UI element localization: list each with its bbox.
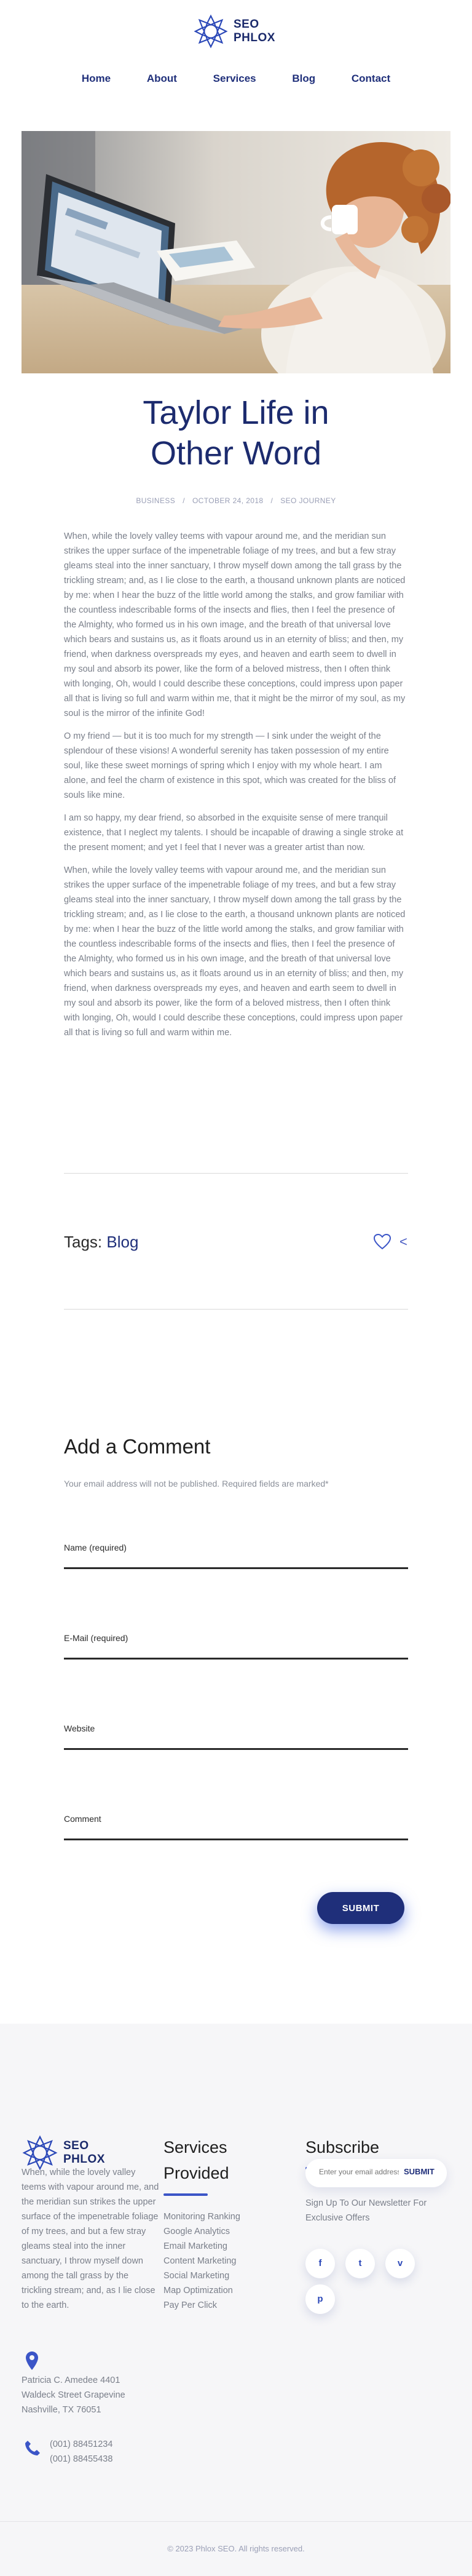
post-title-line-2: Other Word [150, 435, 322, 472]
main-nav: Home About Services Blog Contact [0, 73, 472, 85]
site-logo[interactable]: SEO PHLOX [193, 14, 275, 49]
phone-icon [25, 2441, 40, 2455]
share-icon[interactable]: < [399, 1234, 407, 1250]
comment-field-underline [64, 1839, 408, 1840]
footer-divider [0, 2521, 472, 2522]
service-link[interactable]: Map Optimization [163, 2283, 240, 2298]
website-field[interactable] [64, 1733, 408, 1747]
post-paragraph: I am so happy, my dear friend, so absorb… [64, 813, 404, 853]
email-label: E-Mail (required) [64, 1633, 128, 1643]
nav-services[interactable]: Services [213, 73, 256, 84]
name-field[interactable] [64, 1552, 408, 1566]
divider [64, 1309, 408, 1310]
subscribe-button[interactable]: SUBMIT [404, 2167, 435, 2176]
tag-link[interactable]: Blog [106, 1233, 138, 1251]
phone-number[interactable]: (001) 88451234 [50, 2437, 112, 2452]
comment-label: Comment [64, 1814, 101, 1824]
nav-about[interactable]: About [147, 73, 177, 84]
logo-line-1: SEO [234, 18, 259, 31]
logo-mark-icon [194, 14, 228, 49]
post-date[interactable]: OCTOBER 24, 2018 [192, 496, 264, 505]
services-title-underline [163, 2193, 208, 2196]
service-link[interactable]: Email Marketing [163, 2239, 240, 2254]
footer-about: When, while the lovely valley teems with… [22, 2168, 159, 2310]
website-field-underline [64, 1748, 408, 1750]
logo-line-2: PHLOX [63, 2153, 105, 2166]
service-link[interactable]: Pay Per Click [163, 2298, 240, 2313]
comment-textarea[interactable] [64, 1824, 408, 1837]
post-title-line-1: Taylor Life in [143, 394, 329, 431]
vimeo-icon[interactable]: v [385, 2249, 415, 2278]
facebook-icon[interactable]: f [305, 2249, 335, 2278]
subscribe-text: Sign Up To Our Newsletter For Exclusive … [305, 2198, 427, 2223]
post-paragraph: O my friend — but it is too much for my … [64, 731, 396, 800]
twitter-icon[interactable]: t [345, 2249, 375, 2278]
comment-title: Add a Comment [64, 1435, 211, 1458]
post-author[interactable]: SEO JOURNEY [280, 496, 336, 505]
logo-text: SEO PHLOX [234, 18, 275, 45]
comment-note: Your email address will not be published… [64, 1479, 329, 1489]
address-line: Nashville, TX 76051 [22, 2405, 101, 2415]
phone-number[interactable]: (001) 88455438 [50, 2452, 112, 2467]
email-field[interactable] [64, 1643, 408, 1656]
address-line: Patricia C. Amedee 4401 [22, 2375, 120, 2385]
site-header: SEO PHLOX Home About Services Blog Conta… [0, 0, 472, 123]
nav-contact[interactable]: Contact [352, 73, 390, 84]
hero-image [22, 131, 450, 373]
email-field-underline [64, 1658, 408, 1660]
copyright: © 2023 Phlox SEO. All rights reserved. [167, 2544, 305, 2553]
service-link[interactable]: Monitoring Ranking [163, 2209, 240, 2224]
post-paragraph: When, while the lovely valley teems with… [64, 865, 406, 1038]
post-title: Taylor Life in Other Word [0, 392, 472, 474]
logo-text: SEO PHLOX [63, 2139, 105, 2166]
post-paragraph: When, while the lovely valley teems with… [64, 531, 406, 718]
submit-comment-button[interactable]: SUBMIT [317, 1892, 404, 1924]
services-title: Services Provided [163, 2134, 229, 2186]
hero-illustration [22, 131, 450, 373]
subscribe-title: Subscribe [305, 2138, 380, 2157]
subscribe-email-input[interactable] [318, 2167, 400, 2177]
pinterest-icon[interactable]: p [305, 2284, 335, 2314]
service-link[interactable]: Content Marketing [163, 2254, 240, 2268]
address-line: Waldeck Street Grapevine [22, 2390, 125, 2400]
meta-separator: / [183, 496, 185, 505]
meta-separator: / [270, 496, 273, 505]
tags-label: Tags: [64, 1233, 103, 1251]
nav-blog[interactable]: Blog [292, 73, 315, 84]
name-field-underline [64, 1567, 408, 1569]
location-pin-icon [26, 2351, 38, 2370]
divider [64, 1173, 408, 1174]
services-list: Monitoring Ranking Google Analytics Emai… [163, 2209, 240, 2313]
service-link[interactable]: Google Analytics [163, 2224, 240, 2239]
footer-phones: (001) 88451234 (001) 88455438 [50, 2437, 112, 2467]
subscribe-form: SUBMIT [305, 2159, 447, 2187]
logo-line-1: SEO [63, 2139, 89, 2152]
post-tags: Tags: Blog [64, 1233, 138, 1252]
name-label: Name (required) [64, 1543, 127, 1552]
post-meta: BUSINESS / OCTOBER 24, 2018 / SEO JOURNEY [0, 496, 472, 505]
service-link[interactable]: Social Marketing [163, 2268, 240, 2283]
post-category[interactable]: BUSINESS [136, 496, 175, 505]
footer-address: Patricia C. Amedee 4401 Waldeck Street G… [22, 2373, 125, 2417]
nav-home[interactable]: Home [82, 73, 111, 84]
services-title-line-2: Provided [163, 2164, 229, 2182]
website-label: Website [64, 1723, 95, 1733]
post-body: When, while the lovely valley teems with… [64, 529, 408, 1048]
services-title-line-1: Services [163, 2138, 227, 2157]
heart-icon[interactable] [374, 1234, 391, 1250]
logo-line-2: PHLOX [234, 31, 275, 44]
